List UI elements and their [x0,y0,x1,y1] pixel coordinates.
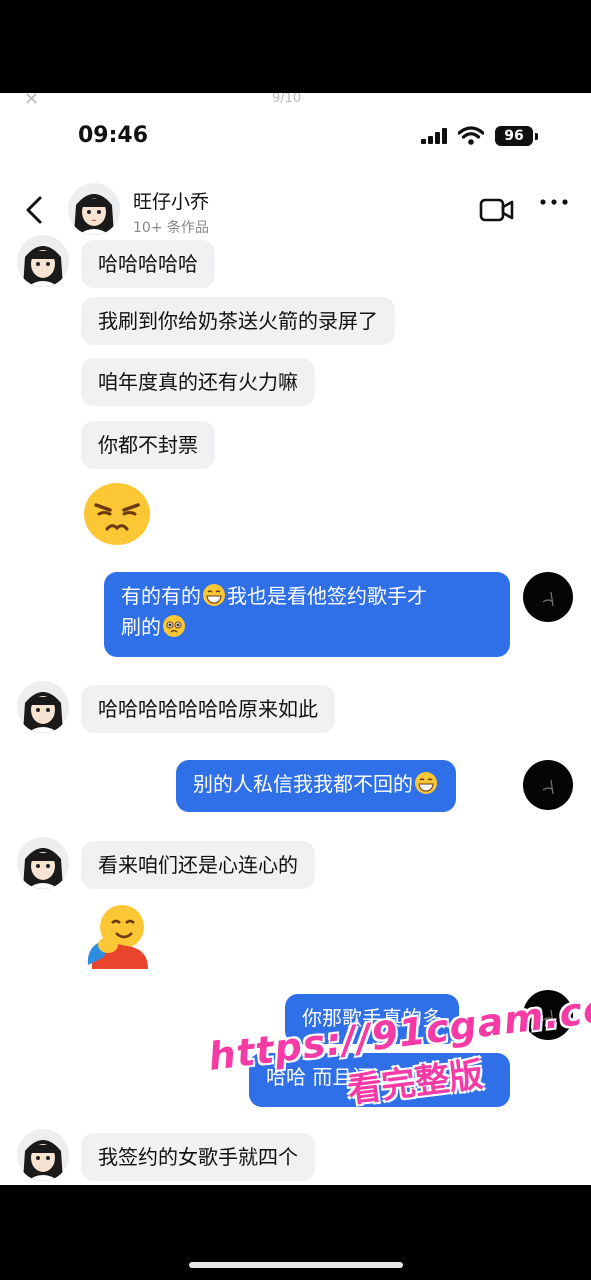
message-bubble-incoming[interactable]: 咱年度真的还有火力嘛 [81,358,315,406]
status-time: 09:46 [78,123,149,148]
hugging-face-emoji-icon[interactable] [82,899,152,969]
image-viewer-overlay: ✕ 9/10 [0,93,591,110]
wifi-icon [458,126,484,145]
cellular-signal-icon [421,128,447,144]
grinning-face-emoji-icon [203,584,225,606]
more-options-icon[interactable] [539,197,569,207]
message-bubble-incoming[interactable]: 我签约的女歌手就四个 [81,1133,315,1181]
message-bubble-outgoing[interactable]: 有的有的 我也是看他签约歌手才 刷的 [104,572,510,657]
contact-works-count: 10+ 条作品 [133,220,209,236]
contact-avatar[interactable] [17,235,69,287]
message-bubble-incoming[interactable]: 你都不封票 [81,421,215,469]
viewer-close-icon[interactable]: ✕ [24,93,39,110]
status-bar: 09:46 96 [0,123,591,153]
contact-avatar[interactable] [17,1129,69,1181]
contact-avatar[interactable] [17,681,69,733]
video-call-icon[interactable] [479,197,515,223]
battery-cap [535,133,538,140]
message-bubble-incoming[interactable]: 看来咱们还是心连心的 [81,841,315,889]
back-arrow-icon[interactable] [22,195,46,225]
my-avatar[interactable] [523,572,573,622]
pleading-face-emoji-icon [163,615,185,637]
viewer-page-indicator: 9/10 [272,93,302,106]
message-text: 有的有的 [121,584,201,608]
battery-icon: 96 [495,126,533,146]
message-bubble-incoming[interactable]: 哈哈哈哈哈哈哈原来如此 [81,685,335,733]
message-bubble-incoming[interactable]: 哈哈哈哈哈 [81,240,215,288]
watermark: https://91cgam.com 看完整版 [206,981,591,1115]
message-bubble-incoming[interactable]: 我刷到你给奶茶送火箭的录屏了 [81,297,395,345]
angry-face-emoji-icon[interactable] [82,481,152,547]
message-bubble-outgoing[interactable]: 别的人私信我我都不回的 [176,760,456,812]
message-text: 我也是看他签约歌手才 [227,584,427,608]
contact-avatar[interactable] [17,837,69,889]
my-avatar[interactable] [523,760,573,810]
message-text: 别的人私信我我都不回的 [193,772,413,796]
grinning-face-emoji-icon [415,772,437,794]
chat-header: 旺仔小乔 10+ 条作品 [0,181,591,243]
contact-avatar[interactable] [68,183,120,235]
message-text: 刷的 [121,615,161,639]
contact-name[interactable]: 旺仔小乔 [133,187,209,214]
home-indicator[interactable] [189,1262,403,1268]
